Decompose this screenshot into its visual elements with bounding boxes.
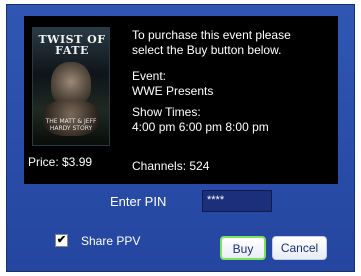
showtimes-value: 4:00 pm 6:00 pm 8:00 pm [132,120,269,134]
instruction-line-1: To purchase this event please [132,28,291,42]
event-info-panel: TWIST OF FATE THE MATT & JEFF HARDY STOR… [24,16,338,184]
channels-label: Channels: 524 [132,159,210,173]
price-label: Price: $3.99 [28,155,93,169]
event-label: Event: [132,69,167,83]
share-ppv-checkbox[interactable]: ✔ [55,234,68,247]
purchase-dialog: TWIST OF FATE THE MATT & JEFF HARDY STOR… [6,4,355,272]
event-poster-image: TWIST OF FATE THE MATT & JEFF HARDY STOR… [32,27,110,146]
instruction-line-2: select the Buy button below. [132,43,282,57]
poster-title: TWIST OF FATE [38,33,106,57]
event-value: WWE Presents [132,84,214,98]
cancel-button[interactable]: Cancel [272,236,327,260]
pin-label: Enter PIN [110,194,167,209]
poster-subtitle: THE MATT & JEFF HARDY STORY [45,118,97,132]
pin-input[interactable]: **** [202,190,272,212]
showtimes-label: Show Times: [132,105,201,119]
buy-button[interactable]: Buy [220,236,266,260]
share-ppv-label: Share PPV [81,234,141,248]
